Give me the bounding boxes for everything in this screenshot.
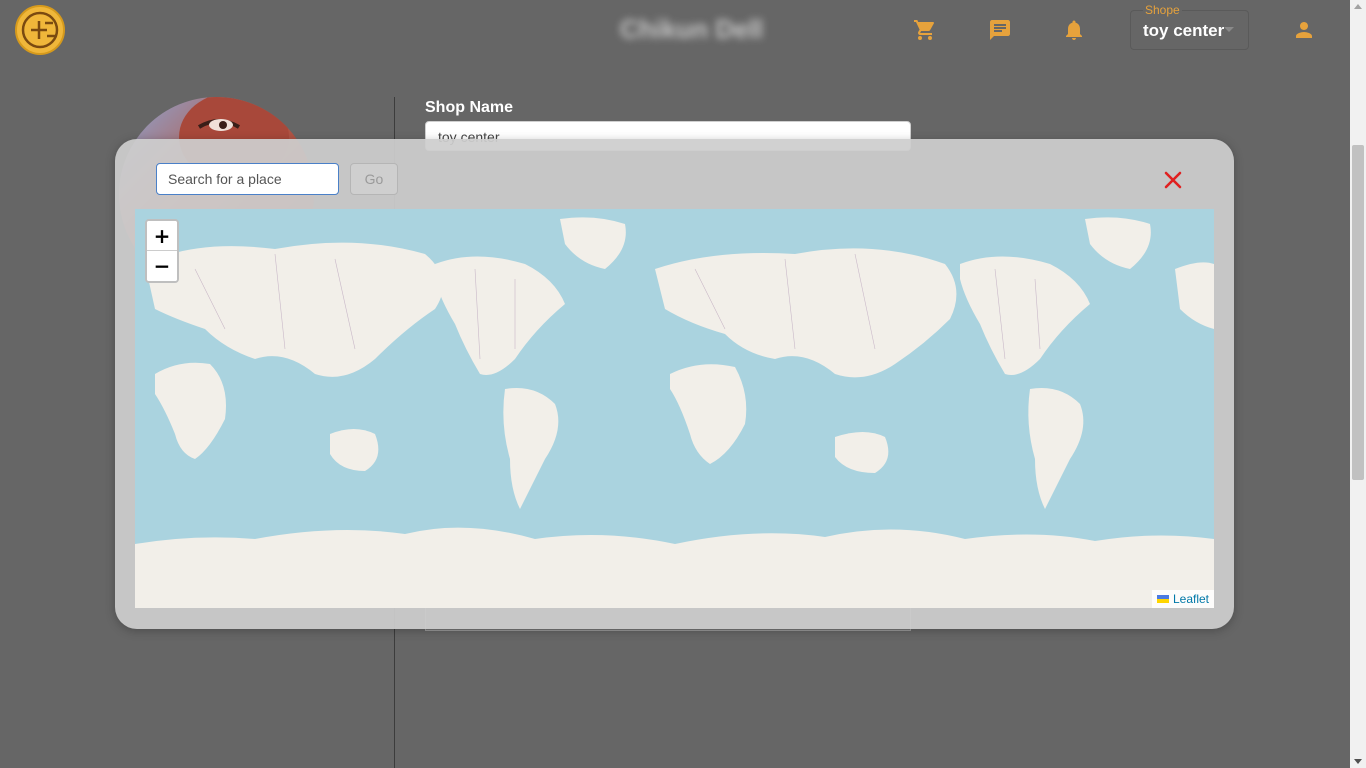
chevron-down-icon[interactable] (1224, 27, 1234, 32)
ukraine-flag-icon (1156, 595, 1169, 603)
zoom-in-button[interactable]: + (147, 221, 177, 251)
brand-name: Chikun Dell (620, 14, 764, 44)
world-map[interactable]: + − Leaflet (135, 209, 1214, 608)
zoom-control: + − (145, 219, 179, 283)
top-bar: Chikun Dell Shope toy center (0, 0, 1350, 62)
bell-icon[interactable] (1061, 17, 1087, 43)
user-icon[interactable] (1291, 17, 1317, 43)
close-button[interactable] (1160, 167, 1186, 193)
logo[interactable] (15, 5, 65, 55)
map-modal: Go (115, 139, 1234, 629)
leaflet-link[interactable]: Leaflet (1173, 592, 1209, 606)
page-scrollbar[interactable] (1350, 0, 1366, 768)
shop-select-label: Shope (1143, 3, 1182, 17)
scroll-down-arrow-icon[interactable] (1354, 759, 1362, 764)
cart-icon[interactable] (912, 17, 938, 43)
go-button[interactable]: Go (350, 163, 398, 195)
place-search-input[interactable] (156, 163, 339, 195)
map-tiles (135, 209, 1214, 608)
scroll-thumb[interactable] (1352, 145, 1364, 480)
shop-select-value[interactable]: toy center (1143, 21, 1224, 41)
shop-name-label: Shop Name (425, 99, 514, 116)
map-attribution: Leaflet (1151, 590, 1214, 608)
chat-icon[interactable] (987, 17, 1013, 43)
close-icon (1164, 171, 1182, 189)
zoom-out-button[interactable]: − (147, 251, 177, 281)
scroll-up-arrow-icon[interactable] (1354, 4, 1362, 9)
